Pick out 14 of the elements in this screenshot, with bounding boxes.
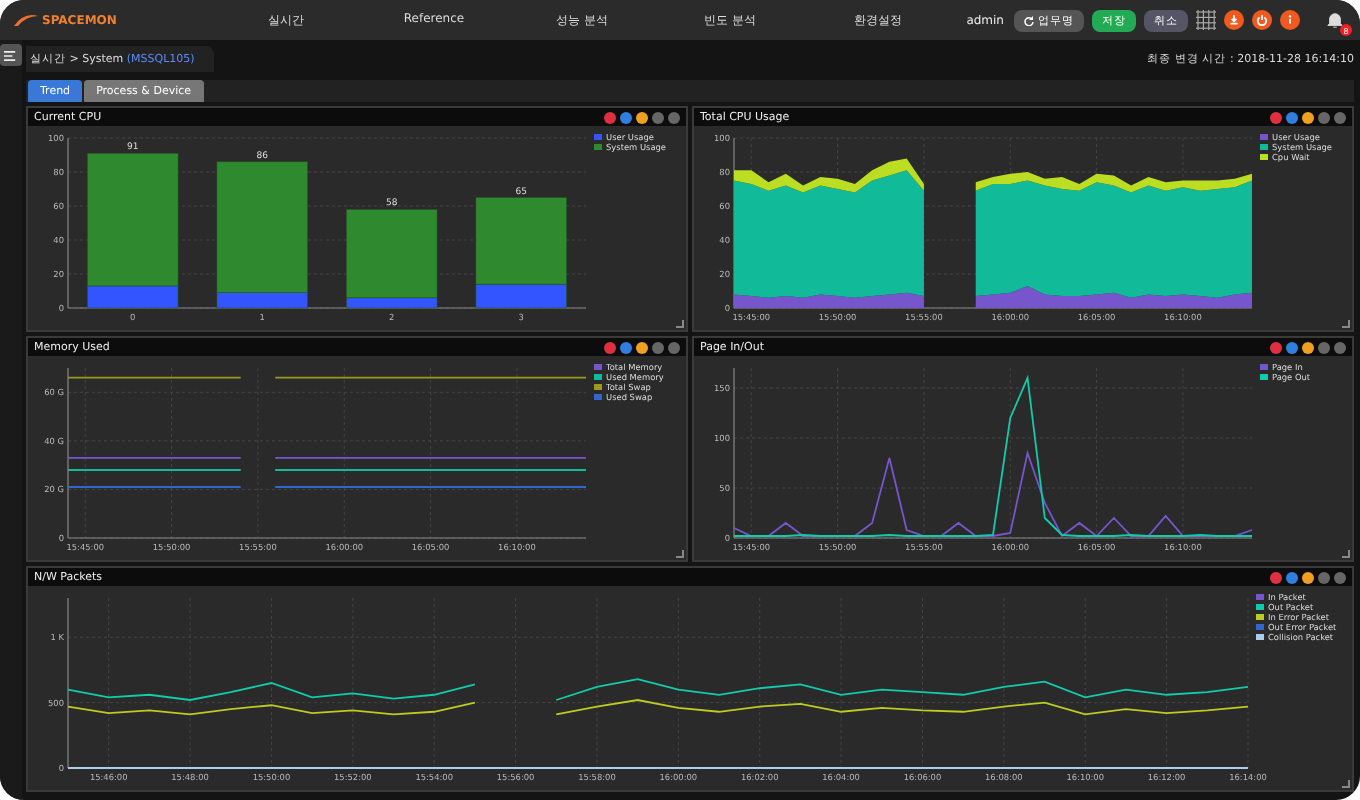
power-icon[interactable]: [1252, 10, 1272, 30]
logo-swoosh-icon: [12, 12, 40, 28]
resize-handle-icon[interactable]: [1342, 550, 1350, 558]
info-icon[interactable]: [1280, 10, 1300, 30]
refresh-icon: [1024, 15, 1034, 25]
menu-toggle-button[interactable]: [0, 44, 22, 66]
download-icon[interactable]: [1224, 10, 1244, 30]
grid-icon[interactable]: [1196, 10, 1216, 30]
resize-handle-icon[interactable]: [676, 320, 684, 328]
menu-icon: [4, 49, 18, 61]
bell-icon[interactable]: [1325, 10, 1343, 30]
resize-handle-icon[interactable]: [676, 550, 684, 558]
resize-handle-icon[interactable]: [1342, 320, 1350, 328]
resize-handle-icon[interactable]: [1342, 780, 1350, 788]
